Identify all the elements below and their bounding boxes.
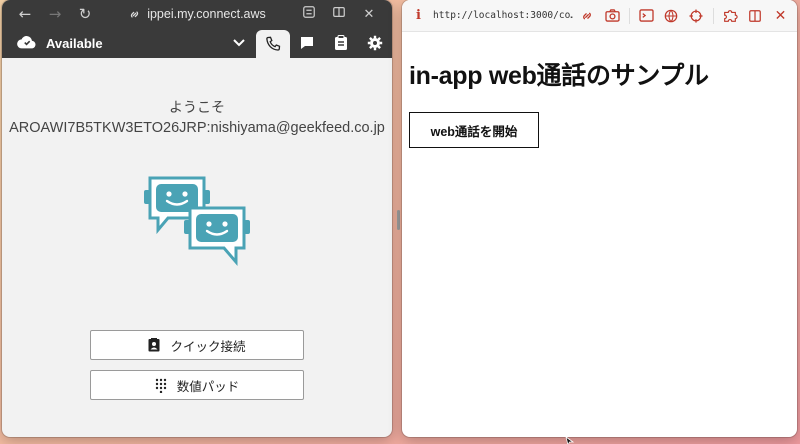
ccp-body: ようこそ AROAWI7B5TKW3ETO26JRP:nishiyama@gee… xyxy=(2,58,392,437)
dialpad-label: 数値パッド xyxy=(176,378,240,394)
page-content: in-app web通話のサンプル web通話を開始 xyxy=(402,32,797,172)
chat-icon xyxy=(301,37,314,49)
close-icon[interactable]: ✕ xyxy=(770,8,791,24)
agent-username: AROAWI7B5TKW3ETO26JRP:nishiyama@geekfeed… xyxy=(9,120,385,136)
page-title: in-app web通話のサンプル xyxy=(409,62,709,90)
tab-tasks[interactable] xyxy=(324,28,358,58)
sidebar-icon[interactable] xyxy=(745,9,766,23)
phone-icon xyxy=(266,36,281,51)
left-titlebar: ← → ↻ ippei.my.connect.aws ✕ xyxy=(2,0,392,28)
dialpad-icon xyxy=(155,378,166,393)
site-info-icon[interactable]: i xyxy=(408,8,429,23)
extension-icon[interactable] xyxy=(294,5,324,23)
right-toolbar: i http://localhost:3000/co… ✕ xyxy=(402,0,797,32)
toolbar-separator xyxy=(712,7,714,24)
toolbar-separator xyxy=(628,7,630,24)
globe-icon[interactable] xyxy=(661,9,682,23)
connect-ccp-window: ← → ↻ ippei.my.connect.aws ✕ Available よ… xyxy=(2,0,392,437)
chevron-down-icon xyxy=(233,39,246,47)
address-bar[interactable]: ippei.my.connect.aws xyxy=(100,7,294,21)
address-bar[interactable]: http://localhost:3000/co… xyxy=(433,10,573,21)
agent-status-dropdown[interactable]: Available xyxy=(2,34,256,52)
welcome-text: ようこそ xyxy=(169,99,225,115)
gear-icon xyxy=(367,35,383,51)
dialpad-button[interactable]: 数値パッド xyxy=(90,370,304,400)
tab-phone[interactable] xyxy=(256,30,291,58)
cloud-phone-icon xyxy=(17,36,36,49)
tab-chat[interactable] xyxy=(290,28,324,58)
sidebar-icon[interactable] xyxy=(324,5,354,23)
camera-icon[interactable] xyxy=(602,9,623,22)
contact-card-icon xyxy=(148,338,160,352)
mouse-cursor-icon xyxy=(565,436,575,444)
link-icon xyxy=(131,10,139,18)
clipboard-icon xyxy=(335,35,348,50)
quick-connect-button[interactable]: クイック接続 xyxy=(90,330,304,360)
chatbot-illustration-icon xyxy=(144,176,250,267)
tab-settings[interactable] xyxy=(358,28,392,58)
reload-icon[interactable]: ↻ xyxy=(70,5,100,23)
quick-connect-label: クイック接続 xyxy=(170,338,246,354)
terminal-icon[interactable] xyxy=(636,9,657,22)
split-divider-handle[interactable] xyxy=(397,210,400,230)
ccp-header: Available xyxy=(2,28,392,58)
start-web-call-button[interactable]: web通話を開始 xyxy=(409,112,539,148)
link-icon[interactable] xyxy=(577,9,598,23)
close-icon[interactable]: ✕ xyxy=(354,7,384,22)
puzzle-icon[interactable] xyxy=(720,9,741,23)
url-text: ippei.my.connect.aws xyxy=(147,7,266,21)
crosshair-icon[interactable] xyxy=(686,8,707,23)
back-icon[interactable]: ← xyxy=(10,5,40,23)
forward-icon[interactable]: → xyxy=(40,5,70,23)
sample-app-window: i http://localhost:3000/co… ✕ in-app web… xyxy=(402,0,797,437)
agent-status-label: Available xyxy=(46,35,103,51)
